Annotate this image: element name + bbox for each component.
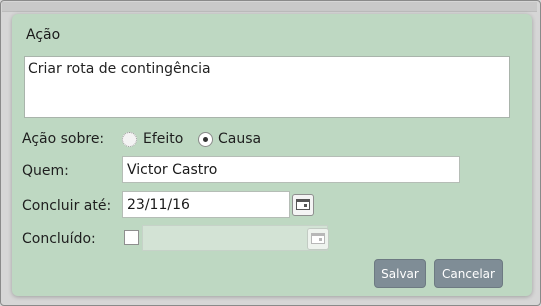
radio-efeito-label[interactable]: Efeito bbox=[143, 131, 183, 147]
radio-causa[interactable] bbox=[198, 132, 213, 147]
concluido-checkbox[interactable] bbox=[124, 230, 139, 245]
concluido-date-input bbox=[142, 225, 328, 251]
dialog-title: Ação bbox=[26, 27, 61, 43]
quem-label: Quem: bbox=[22, 163, 69, 179]
action-dialog: Ação Criar rota de contingência Ação sob… bbox=[12, 14, 532, 296]
concluido-label: Concluído: bbox=[22, 231, 96, 247]
quem-input[interactable] bbox=[122, 156, 460, 183]
calendar-icon bbox=[311, 233, 325, 244]
calendar-icon bbox=[296, 199, 310, 210]
radio-efeito[interactable] bbox=[122, 132, 137, 147]
concluir-ate-input[interactable] bbox=[122, 191, 290, 218]
concluir-ate-label: Concluir até: bbox=[22, 198, 112, 214]
acao-sobre-label: Ação sobre: bbox=[22, 131, 105, 147]
concluir-calendar-button[interactable] bbox=[292, 194, 314, 216]
cancel-button[interactable]: Cancelar bbox=[434, 259, 503, 288]
action-description-textarea[interactable]: Criar rota de contingência bbox=[24, 56, 510, 118]
concluido-calendar-button bbox=[307, 228, 329, 250]
save-button[interactable]: Salvar bbox=[374, 259, 426, 288]
radio-causa-label[interactable]: Causa bbox=[218, 131, 261, 147]
background-toolbar bbox=[2, 2, 537, 12]
